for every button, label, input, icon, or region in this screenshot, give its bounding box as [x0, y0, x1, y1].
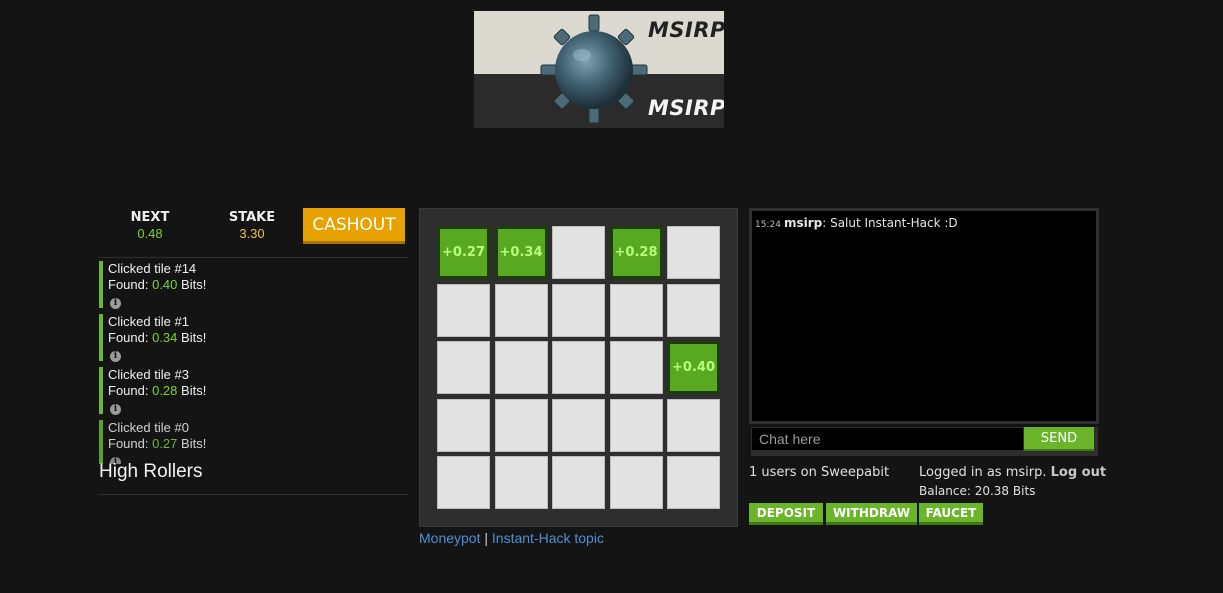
board-tile[interactable]: [437, 341, 490, 394]
topic-link[interactable]: Instant-Hack topic: [492, 530, 604, 546]
log-entry-amount: 0.28: [152, 383, 178, 398]
withdraw-button[interactable]: WITHDRAW: [826, 503, 917, 525]
log-entry-title: Clicked tile #14: [108, 261, 197, 276]
board-tile[interactable]: [552, 456, 605, 509]
board-tile[interactable]: [609, 456, 663, 509]
moneypot-link[interactable]: Moneypot: [419, 530, 480, 546]
log-entry: Clicked tile #3 Found: 0.28 Bits! i: [99, 367, 359, 415]
board-tile[interactable]: +0.28: [609, 226, 663, 279]
board-tile[interactable]: [667, 456, 720, 509]
board-tile[interactable]: +0.40: [667, 341, 720, 394]
link-separator: |: [480, 530, 492, 546]
log-entry: Clicked tile #0 Found: 0.27 Bits! i: [99, 420, 359, 464]
info-icon[interactable]: i: [110, 298, 121, 309]
game-board: +0.27 +0.34 +0.28 +0.40: [419, 208, 738, 527]
cashout-button[interactable]: CASHOUT: [303, 208, 405, 244]
info-icon[interactable]: i: [110, 351, 121, 362]
high-rollers-heading: High Rollers: [99, 461, 203, 482]
next-value: 0.48: [137, 226, 163, 241]
divider: [99, 494, 409, 495]
log-entry-found: Found: 0.34 Bits!: [108, 330, 207, 345]
balance-display: Balance: 20.38 Bits: [919, 484, 1036, 498]
board-tile[interactable]: [437, 398, 490, 452]
board-tile[interactable]: [667, 226, 720, 279]
board-tile[interactable]: [552, 398, 605, 452]
chat-log[interactable]: 15:24 msirp: Salut Instant-Hack :D: [749, 208, 1099, 424]
board-tile[interactable]: +0.27: [437, 226, 490, 279]
board-tile[interactable]: [552, 226, 605, 279]
log-entry: Clicked tile #1 Found: 0.34 Bits! i: [99, 314, 359, 362]
log-entry-title: Clicked tile #3: [108, 367, 189, 382]
log-entry: Clicked tile #14 Found: 0.40 Bits! i: [99, 261, 359, 309]
log-entry-amount: 0.40: [152, 277, 178, 292]
board-tile[interactable]: [437, 283, 490, 337]
site-logo: MSIRP MSIRP: [474, 11, 724, 128]
board-tile[interactable]: [494, 398, 548, 452]
board-tile[interactable]: [609, 398, 663, 452]
log-entry-amount: 0.27: [152, 436, 178, 451]
board-tile[interactable]: [667, 398, 720, 452]
log-entry-found: Found: 0.28 Bits!: [108, 383, 207, 398]
chat-message-text: : Salut Instant-Hack :D: [822, 216, 958, 230]
board-tile[interactable]: [494, 341, 548, 394]
divider: [99, 257, 409, 258]
log-entry-found: Found: 0.27 Bits!: [108, 436, 207, 451]
chat-message: 15:24 msirp: Salut Instant-Hack :D: [755, 216, 958, 230]
logout-link[interactable]: Log out: [1051, 465, 1106, 480]
footer-links: Moneypot | Instant-Hack topic: [419, 530, 604, 546]
login-status: Logged in as msirp. Log out: [919, 465, 1106, 480]
board-tile[interactable]: [494, 456, 548, 509]
users-online: 1 users on Sweepabit: [749, 465, 890, 480]
chat-frame-bottom: [751, 451, 1098, 456]
board-tile[interactable]: [609, 283, 663, 337]
stake-value: 3.30: [239, 226, 265, 241]
stake-label: STAKE: [228, 210, 276, 225]
login-text: Logged in as msirp.: [919, 465, 1051, 480]
chat-input[interactable]: [751, 427, 1024, 451]
board-tile[interactable]: [667, 283, 720, 337]
board-tile[interactable]: [552, 341, 605, 394]
log-entry-amount: 0.34: [152, 330, 178, 345]
send-button[interactable]: SEND: [1024, 427, 1094, 451]
board-tile[interactable]: [494, 283, 548, 337]
faucet-button[interactable]: FAUCET: [919, 503, 983, 525]
board-tile[interactable]: +0.34: [494, 226, 548, 279]
board-tile[interactable]: [609, 341, 663, 394]
log-entry-title: Clicked tile #0: [108, 420, 189, 435]
logo-text-bottom: MSIRP: [648, 96, 724, 120]
deposit-button[interactable]: DEPOSIT: [749, 503, 823, 525]
chat-message-user: msirp: [783, 216, 823, 230]
info-icon[interactable]: i: [110, 404, 121, 415]
logo-text-top: MSIRP: [648, 18, 724, 42]
log-entry-found: Found: 0.40 Bits!: [108, 277, 207, 292]
board-tile[interactable]: [437, 456, 490, 509]
mine-icon: [540, 14, 648, 124]
next-label: NEXT: [130, 210, 170, 225]
chat-message-time: 15:24: [755, 220, 781, 230]
log-entry-title: Clicked tile #1: [108, 314, 189, 329]
board-tile[interactable]: [552, 283, 605, 337]
